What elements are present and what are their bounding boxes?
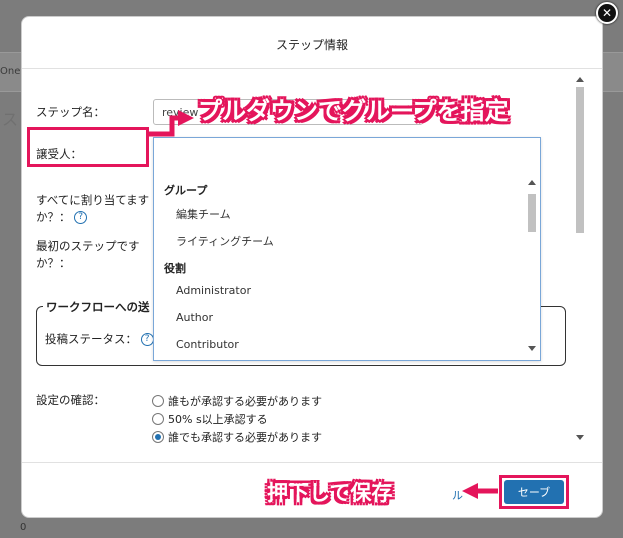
dropdown-annotation-text: プルダウンでグループを指定 — [198, 97, 509, 125]
save-annotation-text: 押下して保存 — [267, 481, 393, 505]
annotation-arrows — [149, 110, 498, 499]
dropdown-arrow-line — [149, 115, 178, 137]
save-arrow-head — [462, 483, 478, 499]
dropdown-arrow-head — [178, 110, 194, 126]
